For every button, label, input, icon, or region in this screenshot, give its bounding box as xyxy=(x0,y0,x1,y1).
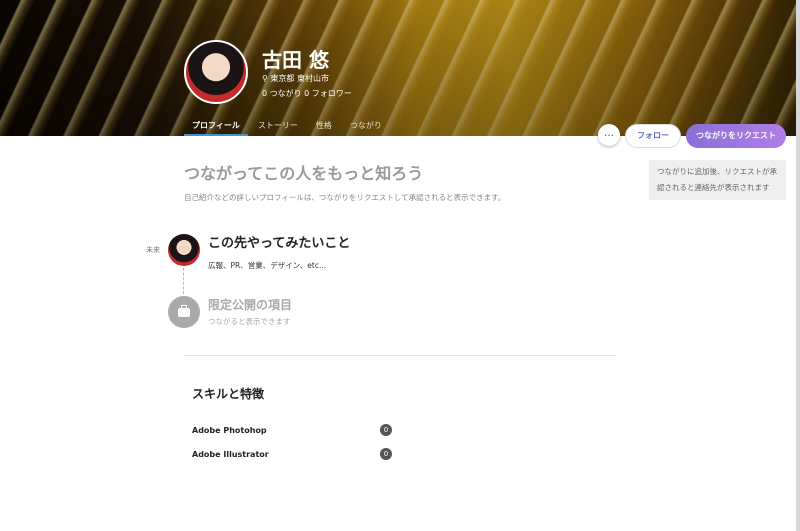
timeline-connector xyxy=(183,268,184,294)
skill-name: Adobe Illustrator xyxy=(192,450,269,459)
tab-story[interactable]: ストーリー xyxy=(250,118,306,136)
location-text: 東京都 東村山市 xyxy=(270,74,329,83)
tab-personality[interactable]: 性格 xyxy=(308,118,340,136)
future-goals-body: 広報、PR、営業、デザイン、etc... xyxy=(208,261,327,270)
skill-row[interactable]: Adobe Photohop 0 xyxy=(192,424,392,440)
contact-info-note: つながりに追加後、リクエストが承認されると連絡先が表示されます xyxy=(649,160,786,200)
timeline-label: 未来 xyxy=(146,246,160,254)
limited-section-title: 限定公開の項目 xyxy=(208,298,293,312)
location-pin-icon: ⚲ xyxy=(262,74,268,83)
skill-endorse-count[interactable]: 0 xyxy=(380,448,392,460)
skill-name: Adobe Photohop xyxy=(192,426,267,435)
profile-counts[interactable]: 0 つながり 0 フォロワー xyxy=(262,88,352,99)
follow-button[interactable]: フォロー xyxy=(625,124,681,148)
skill-row[interactable]: Adobe Illustrator 0 xyxy=(192,448,392,464)
request-connection-button[interactable]: つながりをリクエスト xyxy=(686,124,786,148)
skills-heading: スキルと特徴 xyxy=(192,387,265,401)
scrollbar[interactable] xyxy=(796,0,800,531)
skill-endorse-count[interactable]: 0 xyxy=(380,424,392,436)
tab-profile[interactable]: プロフィール xyxy=(184,118,248,136)
section-divider xyxy=(184,355,616,356)
briefcase-icon xyxy=(168,296,200,328)
connect-heading: つながってこの人をもっと知ろう xyxy=(184,164,424,183)
profile-tabs: プロフィール ストーリー 性格 つながり xyxy=(184,118,392,136)
connect-description: 自己紹介などの詳しいプロフィールは、つながりをリクエストして承認されると表示でき… xyxy=(184,193,506,202)
profile-location: ⚲ 東京都 東村山市 xyxy=(262,73,329,84)
more-options-button[interactable]: … xyxy=(598,124,620,146)
tab-connections[interactable]: つながり xyxy=(342,118,390,136)
profile-name: 古田 悠 xyxy=(262,48,329,72)
cover-image xyxy=(0,0,796,136)
timeline-avatar xyxy=(168,234,200,266)
future-goals-title: この先やってみたいこと xyxy=(208,236,351,251)
limited-section-note: つながると表示できます xyxy=(208,317,291,326)
profile-avatar xyxy=(184,40,248,104)
